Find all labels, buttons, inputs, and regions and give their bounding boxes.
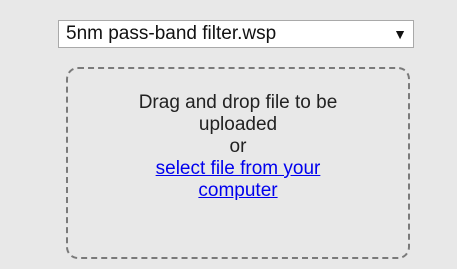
file-select-value: 5nm pass-band filter.wsp bbox=[66, 23, 277, 44]
upload-panel: 5nm pass-band filter.wsp ▼ Drag and drop… bbox=[0, 0, 457, 269]
file-drop-zone[interactable]: Drag and drop file to be uploaded or sel… bbox=[66, 67, 410, 259]
drop-instruction: Drag and drop file to be uploaded bbox=[138, 92, 338, 135]
file-select-dropdown[interactable]: 5nm pass-band filter.wsp ▼ bbox=[58, 20, 414, 48]
dropdown-triangle-icon: ▼ bbox=[393, 26, 407, 42]
or-text: or bbox=[229, 136, 247, 157]
select-file-link[interactable]: select file from your computer bbox=[123, 158, 353, 202]
